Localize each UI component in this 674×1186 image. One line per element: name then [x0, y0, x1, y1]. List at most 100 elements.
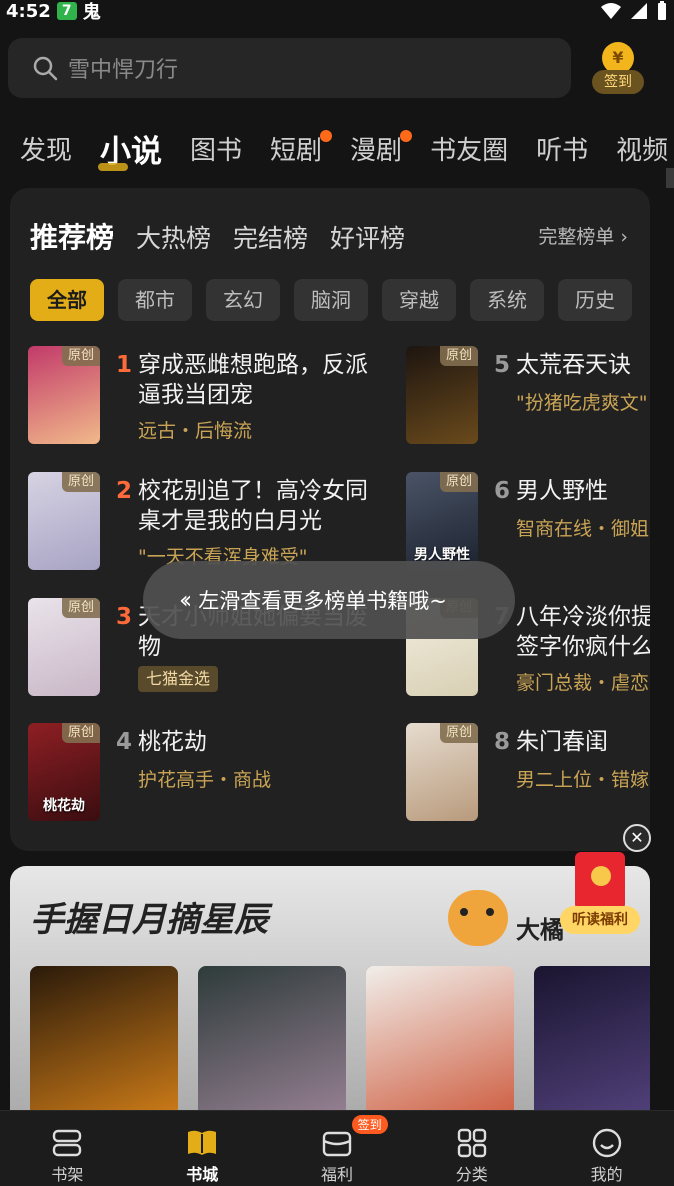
- nav-label: 分类: [455, 1165, 488, 1184]
- rank-number: 8: [494, 729, 511, 755]
- banner-book-cover[interactable]: [198, 966, 346, 1126]
- search-icon: [33, 56, 58, 81]
- bookstore-icon: [185, 1127, 219, 1159]
- tab-7[interactable]: 听书: [536, 130, 588, 167]
- tab-3[interactable]: 图书: [190, 130, 242, 167]
- nav-label: 福利: [320, 1165, 353, 1184]
- original-tag: 原创: [62, 472, 100, 492]
- banner-book-cover[interactable]: [30, 966, 178, 1126]
- app-screen: 4:52 7 鬼 雪中悍刀行 ¥ 签到 发现 小说 图书 短剧 漫剧 书友圈 听书 视频 推荐…: [0, 0, 674, 1186]
- book-cover[interactable]: 原创 男人野性: [406, 472, 478, 570]
- book-item[interactable]: 原创 1 穿成恶雌想跑路，反派逼我当团宠远古・后悔流: [28, 346, 388, 446]
- genre-chip-6[interactable]: 系统: [470, 279, 544, 321]
- nav-item-1[interactable]: 书架: [0, 1111, 135, 1186]
- gift-box-icon: [320, 1127, 354, 1159]
- nav-item-3[interactable]: 福利 签到: [270, 1111, 405, 1186]
- signin-button[interactable]: ¥ 签到: [592, 38, 644, 98]
- book-cover[interactable]: 原创: [28, 598, 100, 696]
- book-item[interactable]: 原创 8 朱门春闺 男二上位・错嫁: [406, 723, 650, 823]
- book-subtitle: "扮猪吃虎爽文": [516, 392, 648, 414]
- tab-8[interactable]: 视频: [616, 130, 668, 167]
- nav-label: 书架: [51, 1165, 84, 1184]
- book-title[interactable]: 穿成恶雌想跑路，反派逼我当团宠: [138, 350, 378, 410]
- ranking-tab-2[interactable]: 大热榜: [136, 219, 211, 255]
- book-item[interactable]: 原创 男人野性 6 男人野性 智商在线・御姐: [406, 472, 650, 572]
- original-tag: 原创: [62, 598, 100, 618]
- close-icon[interactable]: ✕: [623, 824, 651, 852]
- signin-label: 签到: [592, 70, 644, 94]
- book-cover[interactable]: 原创: [406, 346, 478, 444]
- red-packet-label: 听读福利: [560, 906, 640, 934]
- red-packet-button[interactable]: 听读福利: [560, 850, 642, 942]
- book-item[interactable]: 原创 2 校花别追了！高冷女同桌才是我的白月光 "一天不看浑身难受": [28, 472, 388, 572]
- book-item[interactable]: 原创 5 太荒吞天诀 "扮猪吃虎爽文": [406, 346, 650, 446]
- bookshelf-icon: [50, 1127, 84, 1159]
- nav-label: 我的: [590, 1165, 623, 1184]
- original-tag: 原创: [62, 346, 100, 366]
- book-cover[interactable]: 原创: [406, 723, 478, 821]
- original-tag: 原创: [62, 723, 100, 743]
- toast-text: 左滑查看更多榜单书籍哦~: [198, 589, 447, 613]
- app-notification-icon: 7: [56, 2, 77, 20]
- edge-marker: [666, 168, 674, 188]
- search-bar[interactable]: 雪中悍刀行: [8, 38, 571, 98]
- swipe-hint-toast: ‹‹ 左滑查看更多榜单书籍哦~: [143, 561, 515, 639]
- banner-book-cover[interactable]: [366, 966, 514, 1126]
- genre-chip-4[interactable]: 脑洞: [294, 279, 368, 321]
- genre-chip-1[interactable]: 全部: [30, 279, 104, 321]
- banner-slogan: 手握日月摘星辰: [30, 900, 268, 940]
- cat-mascot-icon: [448, 890, 508, 946]
- book-subtitle: 智商在线・御姐: [516, 518, 650, 540]
- nav-item-2[interactable]: 书城: [135, 1111, 270, 1186]
- tab-5[interactable]: 漫剧: [350, 129, 413, 167]
- book-title[interactable]: 八年冷淡你提签字你疯什么: [516, 602, 650, 662]
- book-title[interactable]: 太荒吞天诀: [516, 350, 650, 380]
- nav-label: 书城: [186, 1165, 219, 1184]
- cover-title: 桃花劫: [43, 798, 85, 814]
- original-tag: 原创: [440, 346, 478, 366]
- book-title[interactable]: 桃花劫: [138, 727, 378, 757]
- status-bar: 4:52 7 鬼: [0, 0, 674, 23]
- ranking-tab-1[interactable]: 推荐榜: [30, 216, 114, 256]
- new-dot-icon: [400, 129, 413, 142]
- promo-banner[interactable]: 手握日月摘星辰 大橘: [10, 866, 650, 1126]
- swipe-left-icon: ‹‹: [179, 586, 192, 614]
- genre-chip-7[interactable]: 历史: [558, 279, 632, 321]
- grid-icon: [455, 1127, 489, 1159]
- book-title[interactable]: 男人野性: [516, 476, 650, 506]
- nav-item-4[interactable]: 分类: [404, 1111, 539, 1186]
- nav-item-5[interactable]: 我的: [539, 1111, 674, 1186]
- rank-number: 1: [116, 352, 133, 378]
- book-title[interactable]: 校花别追了！高冷女同桌才是我的白月光: [138, 476, 378, 536]
- ranking-tabs: 推荐榜 大热榜 完结榜 好评榜: [30, 216, 405, 256]
- book-cover[interactable]: 原创: [28, 472, 100, 570]
- wifi-icon: [601, 3, 621, 19]
- full-ranking-link[interactable]: 完整榜单 ›: [538, 222, 628, 249]
- ranking-tab-3[interactable]: 完结榜: [233, 219, 308, 255]
- profile-icon: [590, 1127, 624, 1159]
- rank-number: 2: [116, 478, 133, 504]
- genre-chip-5[interactable]: 穿越: [382, 279, 456, 321]
- book-subtitle: 护花高手・商战: [138, 769, 272, 791]
- genre-chip-2[interactable]: 都市: [118, 279, 192, 321]
- book-subtitle: 豪门总裁・虐恋: [516, 672, 650, 694]
- status-time: 4:52: [6, 0, 51, 22]
- new-dot-icon: [320, 129, 333, 142]
- tab-6[interactable]: 书友圈: [430, 130, 508, 167]
- genre-chip-3[interactable]: 玄幻: [206, 279, 280, 321]
- original-tag: 原创: [440, 723, 478, 743]
- book-cover[interactable]: 原创: [28, 346, 100, 444]
- tab-1[interactable]: 发现: [20, 130, 72, 167]
- genre-filter-chips: 全部 都市 玄幻 脑洞 穿越 系统 历史: [30, 279, 632, 321]
- original-tag: 原创: [440, 472, 478, 492]
- book-subtitle: 远古・后悔流: [138, 420, 253, 442]
- book-item[interactable]: 原创 桃花劫 4 桃花劫 护花高手・商战: [28, 723, 388, 823]
- search-placeholder: 雪中悍刀行: [68, 58, 179, 83]
- banner-book-cover[interactable]: [534, 966, 650, 1126]
- tab-2[interactable]: 小说: [98, 126, 162, 171]
- tab-4[interactable]: 短剧: [270, 129, 333, 167]
- book-title[interactable]: 朱门春闺: [516, 727, 650, 757]
- book-cover[interactable]: 原创桃花劫: [28, 723, 100, 821]
- ranking-tab-4[interactable]: 好评榜: [330, 219, 405, 255]
- signin-badge: 签到: [351, 1115, 388, 1134]
